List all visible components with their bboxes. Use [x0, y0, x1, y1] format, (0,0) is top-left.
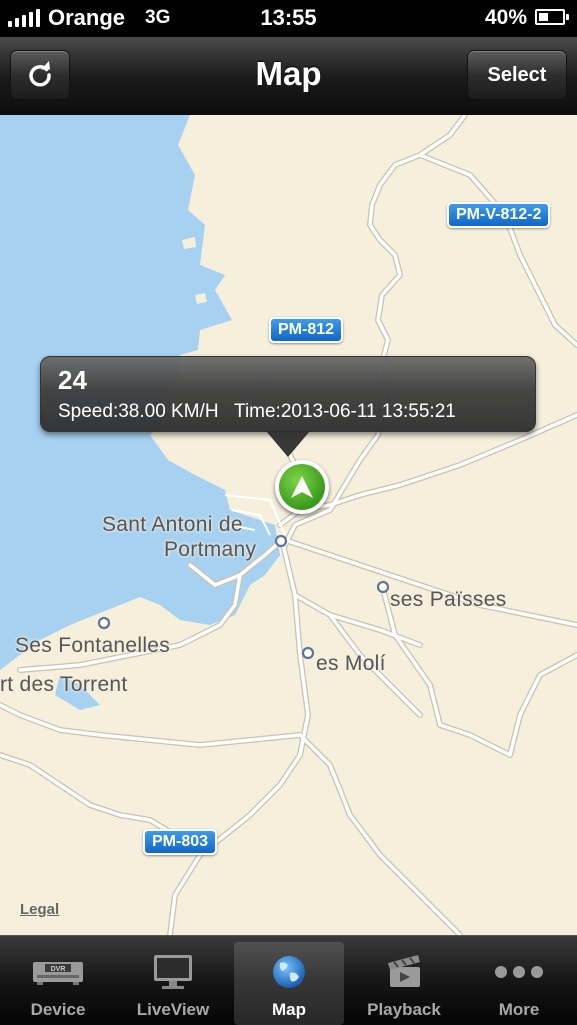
- navigation-bar: Map Select: [0, 37, 577, 116]
- place-dot: [97, 616, 111, 630]
- road-shield: PM-812: [269, 317, 344, 343]
- place-label: rt des Torrent: [0, 673, 128, 696]
- place-dot: [274, 534, 288, 548]
- clapperboard-icon: [388, 955, 420, 987]
- place-label: Sant Antoni de: [102, 513, 243, 536]
- callout-title: 24: [58, 365, 87, 395]
- tab-liveview[interactable]: LiveView: [118, 942, 228, 1025]
- tab-bar: DVR Device LiveView Map Playback More: [0, 935, 577, 1025]
- status-bar: Orange 3G 13:55 40%: [0, 0, 577, 37]
- tab-more[interactable]: More: [464, 942, 574, 1025]
- tab-playback[interactable]: Playback: [349, 942, 459, 1025]
- battery-icon: [535, 9, 569, 25]
- tab-map[interactable]: Map: [234, 942, 344, 1025]
- tab-label: Playback: [367, 1000, 441, 1019]
- place-label: Portmany: [164, 538, 257, 561]
- place-label: Ses Fontanelles: [15, 634, 171, 657]
- svg-text:DVR: DVR: [51, 966, 66, 973]
- map-canvas: [0, 115, 577, 935]
- location-marker[interactable]: [275, 460, 329, 514]
- road-shield: PM-V-812-2: [447, 202, 551, 228]
- location-callout[interactable]: 24 Speed:38.00 KM/H Time:2013-06-11 13:5…: [40, 356, 536, 432]
- tab-label: LiveView: [136, 1000, 210, 1019]
- tab-label: Map: [272, 1000, 306, 1019]
- legal-link[interactable]: Legal: [20, 901, 59, 918]
- select-button[interactable]: Select: [467, 50, 567, 100]
- place-label: ses Païsses: [390, 588, 507, 611]
- callout-pointer: [266, 431, 310, 457]
- place-dot: [301, 646, 315, 660]
- road-shield: PM-803: [143, 829, 218, 855]
- tab-device[interactable]: DVR Device: [3, 942, 113, 1025]
- more-dots-icon: [495, 966, 543, 978]
- globe-icon: [273, 956, 305, 988]
- battery-percent: 40%: [484, 6, 527, 29]
- tab-label: Device: [30, 1000, 86, 1019]
- place-label: es Molí: [316, 652, 386, 675]
- map-view[interactable]: Sant Antoni de Portmany ses Païsses Ses …: [0, 115, 577, 935]
- tab-label: More: [498, 1000, 540, 1019]
- monitor-icon: [154, 955, 192, 989]
- callout-subtitle: Speed:38.00 KM/H Time:2013-06-11 13:55:2…: [58, 401, 456, 422]
- place-dot: [376, 580, 390, 594]
- dvr-icon: DVR: [33, 962, 83, 985]
- navigation-arrow-icon: [291, 476, 313, 498]
